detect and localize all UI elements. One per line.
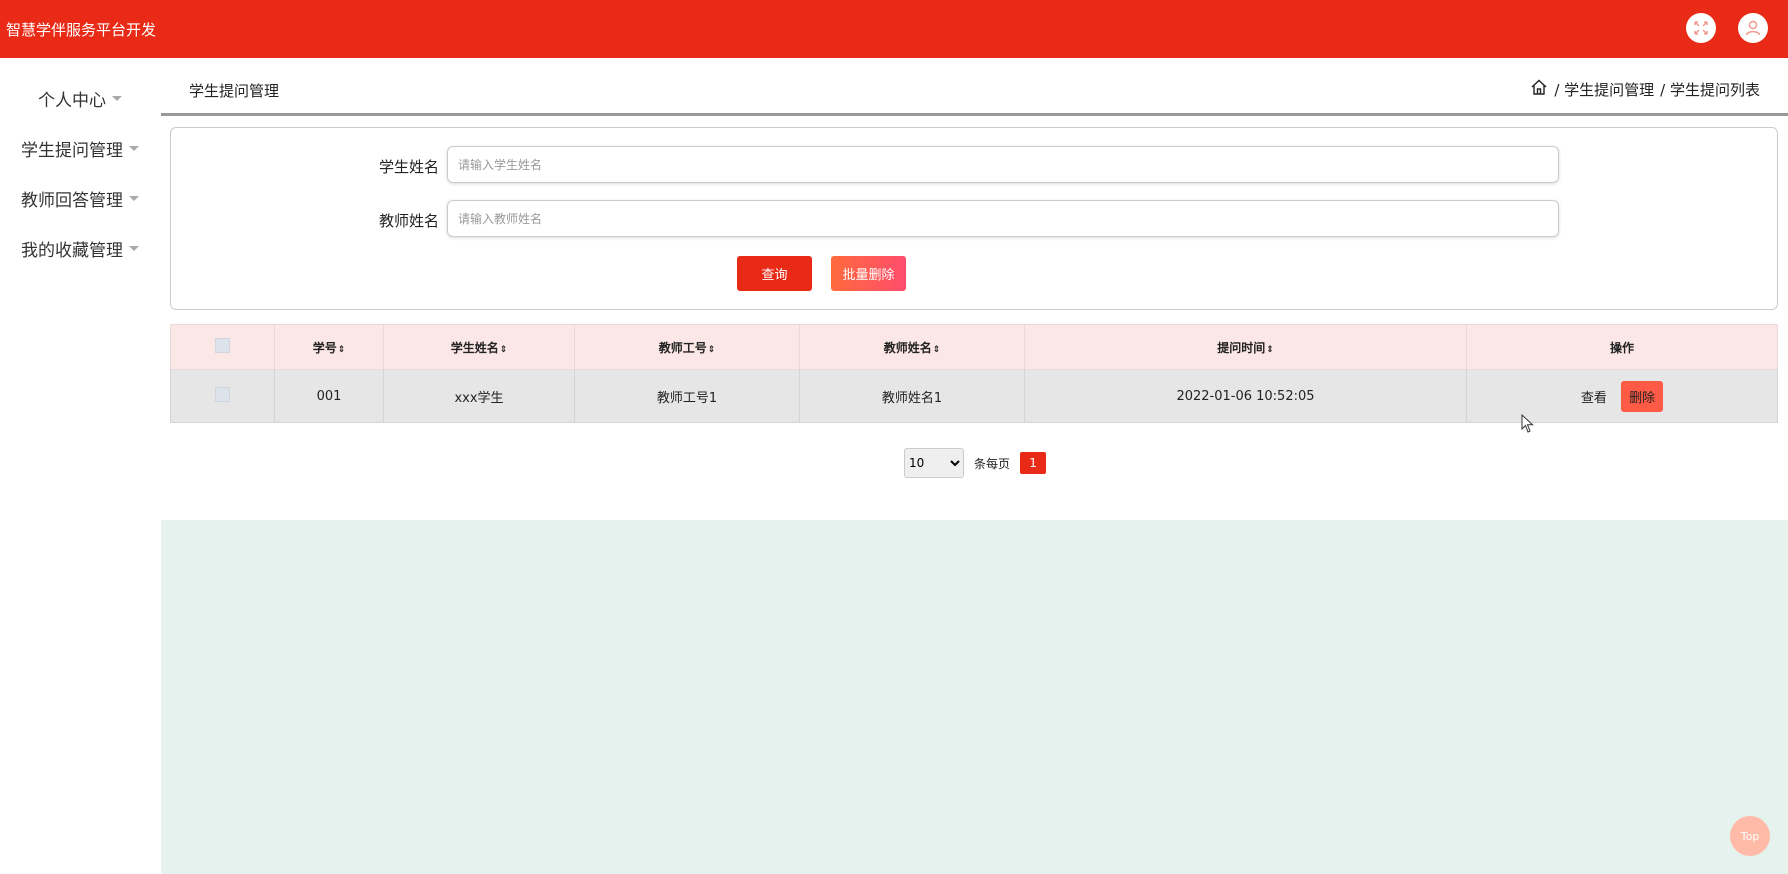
view-button[interactable]: 查看 xyxy=(1581,391,1607,406)
sort-icon: ⇕ xyxy=(337,344,346,355)
caret-down-icon xyxy=(129,246,139,251)
student-name-label: 学生姓名 xyxy=(378,158,439,176)
column-header-student-no[interactable]: 学号⇕ xyxy=(274,324,384,370)
page-header: 学生提问管理 / 学生提问管理 / 学生提问列表 xyxy=(161,58,1788,116)
table-row: 001 xxx学生 教师工号1 教师姓名1 2022-01-06 10:52:0… xyxy=(170,369,1778,423)
page-size-select[interactable]: 10 xyxy=(904,448,964,478)
table-header-row: 学号⇕ 学生姓名⇕ 教师工号⇕ 教师姓名⇕ 提问时间⇕ 操作 xyxy=(170,324,1778,370)
caret-down-icon xyxy=(129,196,139,201)
fullscreen-icon[interactable] xyxy=(1686,13,1716,43)
top-bar: 智慧学伴服务平台开发 xyxy=(0,0,1788,58)
footer-area xyxy=(161,520,1788,874)
sort-icon: ⇕ xyxy=(707,344,716,355)
cell-teacher-no: 教师工号1 xyxy=(574,369,800,423)
teacher-name-input[interactable] xyxy=(447,200,1559,237)
caret-down-icon xyxy=(112,96,122,101)
cell-teacher-name: 教师姓名1 xyxy=(799,369,1025,423)
student-name-input[interactable] xyxy=(447,146,1559,183)
teacher-name-label: 教师姓名 xyxy=(378,212,439,230)
sort-icon: ⇕ xyxy=(1266,344,1274,355)
mouse-cursor-icon xyxy=(1521,414,1534,433)
cell-student-no: 001 xyxy=(274,369,384,423)
column-header-time[interactable]: 提问时间⇕ xyxy=(1024,324,1467,370)
batch-delete-button[interactable]: 批量删除 xyxy=(831,256,906,291)
sidebar-item-label: 个人中心 xyxy=(38,91,106,111)
sidebar-item-my-favorites[interactable]: 我的收藏管理 xyxy=(0,236,160,261)
breadcrumb-item-student-questions[interactable]: / 学生提问管理 xyxy=(1554,79,1654,100)
question-table: 学号⇕ 学生姓名⇕ 教师工号⇕ 教师姓名⇕ 提问时间⇕ 操作 001 xxx学生… xyxy=(170,324,1778,423)
sidebar-item-teacher-answers[interactable]: 教师回答管理 xyxy=(0,186,160,211)
delete-button[interactable]: 删除 xyxy=(1621,380,1664,412)
page-title: 学生提问管理 xyxy=(189,82,280,100)
row-select-cell xyxy=(170,369,275,423)
breadcrumb: / 学生提问管理 / 学生提问列表 xyxy=(1530,78,1760,100)
cell-student-name: xxx学生 xyxy=(383,369,575,423)
caret-down-icon xyxy=(129,146,139,151)
column-header-teacher-name[interactable]: 教师姓名⇕ xyxy=(799,324,1025,370)
select-all-header xyxy=(170,324,275,370)
cell-actions: 查看 删除 xyxy=(1466,369,1778,423)
sidebar-item-label: 我的收藏管理 xyxy=(21,241,123,261)
select-all-checkbox[interactable] xyxy=(215,338,230,353)
page-number-1[interactable]: 1 xyxy=(1020,452,1047,474)
sidebar-item-student-questions[interactable]: 学生提问管理 xyxy=(0,136,160,161)
sort-icon: ⇕ xyxy=(499,344,508,355)
per-page-label: 条每页 xyxy=(974,456,1011,471)
column-header-student-name[interactable]: 学生姓名⇕ xyxy=(383,324,575,370)
query-button[interactable]: 查询 xyxy=(737,256,812,291)
sidebar-item-label: 学生提问管理 xyxy=(21,141,123,161)
breadcrumb-item-question-list: / 学生提问列表 xyxy=(1660,80,1760,99)
sidebar-item-label: 教师回答管理 xyxy=(21,191,123,211)
sidebar-item-personal-center[interactable]: 个人中心 xyxy=(0,86,160,111)
back-to-top-button[interactable]: Top xyxy=(1730,816,1770,856)
cell-time: 2022-01-06 10:52:05 xyxy=(1024,369,1467,423)
column-header-teacher-no[interactable]: 教师工号⇕ xyxy=(574,324,800,370)
pagination: 10 条每页 1 xyxy=(904,448,1047,478)
app-title: 智慧学伴服务平台开发 xyxy=(6,21,157,39)
search-panel: 学生姓名 教师姓名 查询 批量删除 xyxy=(170,127,1778,310)
home-icon[interactable] xyxy=(1530,78,1548,100)
column-header-actions: 操作 xyxy=(1466,324,1778,370)
row-checkbox[interactable] xyxy=(215,386,230,402)
user-avatar-icon[interactable] xyxy=(1738,13,1768,43)
sort-icon: ⇕ xyxy=(932,344,941,355)
